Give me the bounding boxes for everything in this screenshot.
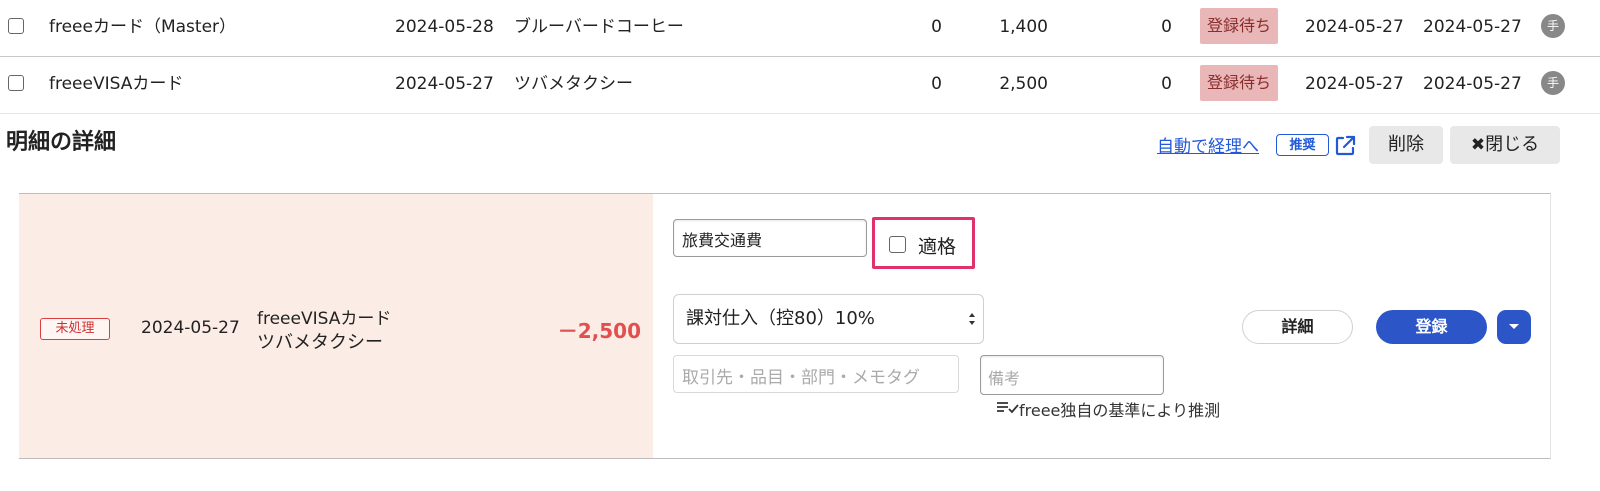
date-col-3: 2024-05-27 (1423, 17, 1522, 37)
amount-col-3: 0 (1161, 74, 1172, 94)
date-col-2: 2024-05-27 (1305, 74, 1404, 94)
detail-vendor-name: ツバメタクシー (257, 332, 383, 353)
vendor-name: ツバメタクシー (514, 74, 633, 94)
card-name: freeeカード（Master） (49, 17, 237, 37)
close-label: 閉じる (1485, 134, 1540, 155)
amount-col-2: 1,400 (999, 17, 1048, 37)
date-col-2: 2024-05-27 (1305, 17, 1404, 37)
register-button[interactable]: 登録 (1376, 310, 1487, 344)
table-row[interactable]: freeeVISAカード 2024-05-27 ツバメタクシー 0 2,500 … (0, 57, 1600, 114)
guess-note: freee独自の基準により推測 (1019, 401, 1221, 420)
amount-col-1: 0 (931, 17, 942, 37)
amount-col-2: 2,500 (999, 74, 1048, 94)
status-badge: 登録待ち (1200, 8, 1278, 44)
detail-panel: 未処理 2024-05-27 freeeVISAカード ツバメタクシー －2,5… (19, 193, 1551, 459)
recommend-badge: 推奨 (1276, 134, 1329, 156)
detail-button[interactable]: 詳細 (1242, 310, 1353, 344)
date-col-3: 2024-05-27 (1423, 74, 1522, 94)
qualified-checkbox[interactable] (889, 236, 906, 253)
vendor-name: ブルーバードコーヒー (514, 17, 684, 37)
list-check-icon (997, 402, 1019, 414)
close-icon: ✖ (1470, 135, 1486, 155)
close-button[interactable]: ✖閉じる (1450, 126, 1560, 164)
tax-category-select[interactable]: 課対仕入（控80）10% (673, 294, 984, 344)
external-link-icon[interactable] (1333, 134, 1357, 158)
account-item-input[interactable]: 旅費交通費 (673, 219, 867, 257)
transaction-date: 2024-05-27 (395, 74, 494, 94)
transaction-date: 2024-05-28 (395, 17, 494, 37)
amount-col-3: 0 (1161, 17, 1172, 37)
memo-input[interactable]: 備考 (980, 355, 1164, 395)
partner-tag-input[interactable]: 取引先・品目・部門・メモタグ (673, 355, 959, 393)
table-row[interactable]: freeeカード（Master） 2024-05-28 ブルーバードコーヒー 0… (0, 0, 1600, 57)
card-name: freeeVISAカード (49, 74, 184, 94)
unprocessed-badge: 未処理 (40, 318, 110, 340)
qualified-invoice-toggle[interactable]: 適格 (872, 217, 975, 269)
delete-button[interactable]: 削除 (1369, 126, 1443, 164)
detail-amount: －2,500 (557, 319, 641, 343)
transaction-summary: 未処理 2024-05-27 freeeVISAカード ツバメタクシー －2,5… (19, 194, 653, 458)
select-arrows-icon (969, 313, 975, 325)
row-checkbox[interactable] (8, 75, 24, 91)
amount-col-1: 0 (931, 74, 942, 94)
register-options-button[interactable] (1497, 310, 1531, 344)
qualified-label: 適格 (918, 236, 957, 258)
chevron-down-icon (1509, 324, 1519, 329)
manual-icon: 手 (1541, 71, 1565, 95)
detail-title: 明細の詳細 (6, 130, 117, 155)
auto-accounting-link[interactable]: 自動で経理へ (1157, 132, 1259, 157)
detail-card-name: freeeVISAカード (257, 309, 392, 329)
tax-category-value: 課対仕入（控80）10% (686, 308, 875, 329)
status-badge: 登録待ち (1200, 65, 1278, 101)
detail-date: 2024-05-27 (141, 318, 240, 338)
row-checkbox[interactable] (8, 18, 24, 34)
manual-icon: 手 (1541, 14, 1565, 38)
